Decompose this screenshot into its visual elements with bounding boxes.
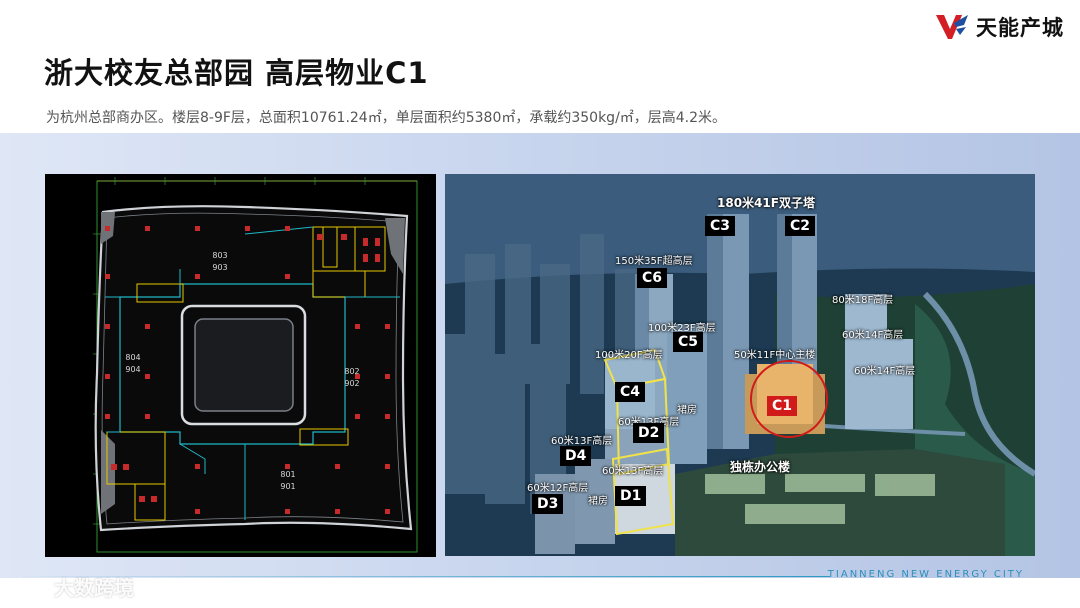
watermark-text: 大数跨境 [54,576,134,600]
logo-mark-icon [936,15,968,39]
logo-text: 天能产城 [976,16,1064,40]
label-right-tower-3: 60米14F高层 [854,366,916,377]
unit-label-west-top: 804 [125,353,140,362]
unit-label-south-bottom: 901 [280,482,295,491]
tag-d1: D1 [615,486,647,506]
label-c1: 50米11F中心主楼 [734,350,816,361]
unit-label-east-top: 802 [344,367,359,376]
unit-label-east-bottom: 902 [344,379,359,388]
label-d1: 60米13F高层 [602,466,664,477]
unit-label-west-bottom: 904 [125,365,140,374]
unit-label-north-bottom: 903 [212,263,227,272]
label-d4: 60米13F高层 [551,436,613,447]
label-d3: 60米12F高层 [527,483,589,494]
tag-c2: C2 [785,216,816,236]
twin-tower-label: 180米41F双子塔 [717,196,815,210]
company-logo: 天能产城 [934,12,1064,42]
label-podium-1: 裙房 [677,405,697,416]
label-right-tower-1: 80米18F高层 [832,295,894,306]
watermark-logo-icon [11,576,45,595]
page-subtitle: 为杭州总部商办区。楼层8-9F层，总面积10761.24㎡，单层面积约5380㎡… [46,110,727,126]
watermark: 大数跨境 [10,572,134,601]
tag-d2: D2 [633,423,665,443]
tag-c6: C6 [637,268,668,288]
label-c6: 150米35F超高层 [615,256,693,267]
page-title: 浙大校友总部园 高层物业C1 [44,56,429,90]
tag-c4: C4 [615,382,646,402]
tag-c5: C5 [673,332,704,352]
floor-plan-panel: 803 903 804 904 802 902 801 901 [45,174,436,557]
tag-d4: D4 [560,446,592,466]
tag-d3: D3 [532,494,564,514]
label-right-tower-2: 60米14F高层 [842,330,904,341]
footer-tagline: TIANNENG NEW ENERGY CITY [827,569,1024,580]
tag-c1: C1 [767,396,798,416]
label-office-building: 独栋办公楼 [730,460,791,474]
unit-label-south-top: 801 [280,470,295,479]
tag-c3: C3 [705,216,736,236]
aerial-rendering-panel: 180米41F双子塔 C3 C2 150米35F超高层 C6 100米23F高层… [445,174,1035,556]
label-c4: 100米20F高层 [595,350,663,361]
label-podium-2: 裙房 [588,496,608,507]
unit-label-north-top: 803 [212,251,227,260]
